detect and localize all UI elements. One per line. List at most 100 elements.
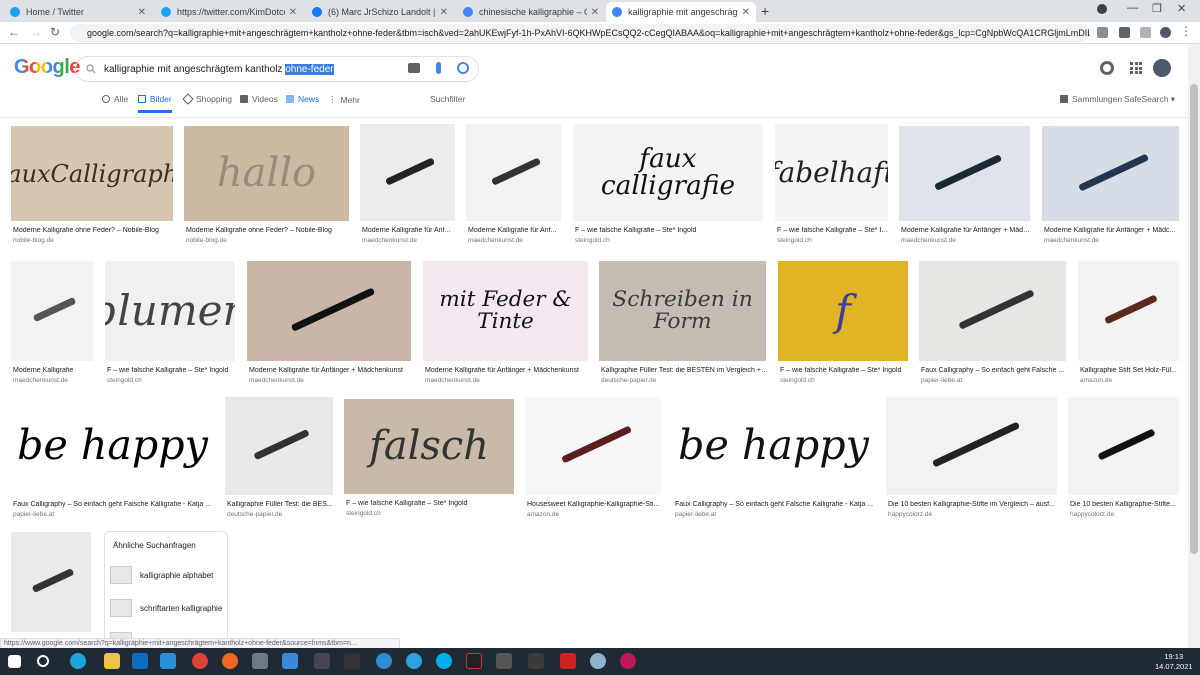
result-thumbnail[interactable] [466,124,561,221]
image-result[interactable]: Die 10 besten Kalligraphie-Stifte im Ver… [886,397,1057,521]
search-icon[interactable] [37,655,49,667]
image-result[interactable]: Die 10 besten Kalligraphie-Stifte... happ… [1068,397,1179,521]
result-title[interactable]: Moderne Kalligrafie [13,367,95,374]
result-title[interactable]: Moderne Kalligrafie ohne Feder? – Nobile… [186,227,351,234]
restore-icon[interactable]: ❐ [1152,2,1162,15]
apps-grid-icon[interactable] [1130,62,1142,74]
tab-news[interactable]: News [286,94,319,104]
image-result[interactable]: Kalligraphie Füller Test: die BES... deut… [225,397,333,521]
result-thumbnail[interactable] [1068,397,1179,495]
result-thumbnail[interactable] [899,126,1030,221]
taskbar-clock[interactable]: 19:13 14.07.2021 [1155,652,1193,672]
image-result[interactable]: Moderne Kalligrafie für Anfänger + Mädc.… [1042,126,1179,247]
image-result[interactable]: falsch F – wie falsche Kalligrafie – Ste*… [344,399,514,520]
result-title[interactable]: Moderne Kalligrafie ohne Feder? – Nobile… [13,227,175,234]
tab-twitter-home[interactable]: Home / Twitter ✕ [4,2,152,22]
app-icon[interactable] [528,653,544,669]
tab-twitter-kimdotcom[interactable]: https://twitter.com/KimDotcom/s ✕ [155,2,303,22]
tab-all[interactable]: Alle [102,94,128,104]
result-title[interactable]: Kalligraphie Füller Test: die BES... [227,501,335,508]
url-bar[interactable]: google.com/search?q=kalligraphie+mit+ang… [70,24,1090,42]
result-thumbnail[interactable]: mit Feder & Tinte [423,261,588,361]
image-result[interactable]: Moderne Kalligrafie für Anfänger + Mädch… [247,261,411,387]
image-result[interactable]: f F – wie falsche Kalligrafie – Ste* Ingo… [778,261,908,387]
app-icon[interactable] [252,653,268,669]
result-title[interactable]: Die 10 besten Kalligraphie-Stifte... [1070,501,1181,508]
search-filter-button[interactable]: Suchfilter [430,94,465,104]
tab-images[interactable]: Bilder [138,94,172,104]
result-title[interactable]: Die 10 besten Kalligraphie-Stifte im Ver… [888,501,1059,508]
image-result[interactable]: Moderne Kalligrafie für Anf... maedchenku… [466,124,561,247]
close-icon[interactable]: ✕ [138,7,146,18]
result-thumbnail[interactable]: fabelhaft [775,124,888,221]
reload-icon[interactable]: ↻ [50,25,60,39]
result-thumbnail[interactable]: be happy [11,397,214,495]
result-thumbnail[interactable] [225,397,333,495]
tab-more[interactable]: ⋮ Mehr [328,94,360,105]
image-result[interactable]: Schreiben in Form Kalligraphie Füller Tes… [599,261,768,387]
result-title[interactable]: Kalligraphie Füller Test: die BESTEN im … [601,367,768,374]
telegram-icon[interactable] [406,653,422,669]
image-result[interactable]: blumen F – wie falsche Kalligrafie – Ste*… [105,261,235,387]
window-close-icon[interactable]: ✕ [1177,2,1186,15]
image-result[interactable]: Faux Calligraphy – So einfach geht Falsc… [919,261,1066,387]
search-submit-icon[interactable] [457,62,469,74]
image-result[interactable]: be happy Faux Calligraphy – So einfach ge… [673,397,874,521]
result-thumbnail[interactable] [11,532,91,632]
result-thumbnail[interactable] [919,261,1066,361]
image-result[interactable]: Moderne Kalligrafie für Anfänger + Mädc.… [899,126,1032,247]
image-result[interactable]: be happy Faux Calligraphy – So einfach ge… [11,397,214,521]
result-thumbnail[interactable]: faux calligrafie [573,124,763,221]
result-thumbnail[interactable] [360,124,455,221]
result-title[interactable]: Moderne Kalligrafie für Anfänger + Mädch… [425,367,590,374]
result-thumbnail[interactable] [525,397,661,495]
image-result[interactable]: Moderne Kalligrafie maedchenkunst.de [11,261,93,387]
skype-icon[interactable] [436,653,452,669]
result-title[interactable]: F – wie falsche Kalligrafie – Ste* Ingol… [107,367,237,374]
app-icon[interactable] [344,653,360,669]
image-result[interactable]: hallo Moderne Kalligrafie ohne Feder? – N… [184,126,349,247]
related-search-item[interactable]: kalligraphie alphabet [110,561,225,589]
image-result[interactable]: fabelhaft F – wie falsche Kalligrafie – S… [775,124,890,247]
related-search-item[interactable]: schriftarten kalligraphie [110,594,225,622]
app-icon[interactable] [282,653,298,669]
close-icon[interactable]: ✕ [289,7,297,18]
scrollbar-thumb[interactable] [1190,84,1198,554]
app-icon[interactable] [620,653,636,669]
app-icon[interactable] [222,653,238,669]
search-query[interactable]: kalligraphie mit angeschrägtem kantholz … [104,63,334,75]
image-result[interactable]: FauxCalligraphy Moderne Kalligrafie ohne … [11,126,173,247]
result-title[interactable]: Faux Calligraphy – So einfach geht Falsc… [13,501,216,508]
result-thumbnail[interactable]: f [778,261,908,361]
tab-facebook[interactable]: (6) Marc JrSchizo Landolt | Faceb ✕ [306,2,454,22]
result-title[interactable]: Housesweet Kalligraphie-Kalligraphie-Sti… [527,501,663,508]
app-icon[interactable] [466,653,482,669]
image-result[interactable]: Moderne Kalligrafie für Anf... maedchenku… [360,124,455,247]
account-avatar[interactable] [1153,59,1171,77]
result-thumbnail[interactable] [1042,126,1179,221]
edge-icon[interactable] [70,653,86,669]
image-result[interactable]: Kalligraphie Stift Set Holz-Fül... amazon… [1078,261,1179,387]
result-thumbnail[interactable]: falsch [344,399,514,494]
result-title[interactable]: Moderne Kalligrafie für Anfänger + Mädc.… [901,227,1032,234]
result-title[interactable]: F – wie falsche Kalligrafie – Ste* Ingol… [346,500,516,507]
profile-avatar-icon[interactable] [1160,27,1171,38]
new-tab-button[interactable]: + [761,3,769,19]
settings-gear-icon[interactable] [1100,61,1114,75]
result-thumbnail[interactable]: Schreiben in Form [599,261,766,361]
menu-dots-icon[interactable]: ⋮ [1180,24,1192,38]
back-icon[interactable]: ← [8,25,20,39]
result-title[interactable]: Kalligraphie Stift Set Holz-Fül... [1080,367,1181,374]
collections-button[interactable]: Sammlungen [1060,94,1122,104]
app-icon[interactable] [376,653,392,669]
result-title[interactable]: Moderne Kalligrafie für Anfänger + Mädch… [249,367,413,374]
file-explorer-icon[interactable] [104,653,120,669]
image-result[interactable]: faux calligrafie F – wie falsche Kalligra… [573,124,763,247]
media-icon[interactable] [1140,27,1151,38]
close-icon[interactable]: ✕ [742,7,750,18]
result-thumbnail[interactable]: be happy [673,397,874,495]
extensions-icon[interactable] [1119,27,1130,38]
close-icon[interactable]: ✕ [440,7,448,18]
tab-shopping[interactable]: Shopping [182,93,232,105]
result-title[interactable]: Moderne Kalligrafie für Anf... [362,227,457,234]
